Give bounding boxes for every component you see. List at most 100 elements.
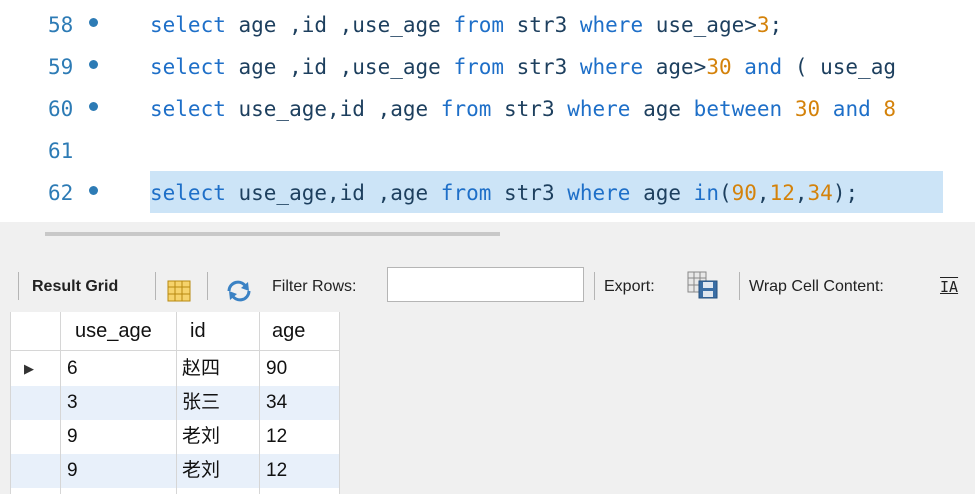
cell-use-age[interactable]: 9	[67, 454, 78, 488]
code-token: from	[440, 181, 492, 205]
cell-id[interactable]: 赵四	[182, 352, 220, 386]
code-line-58[interactable]: 58 select age ,id ,use_age from str3 whe…	[0, 5, 975, 45]
column-header-age[interactable]: age	[272, 312, 305, 350]
cell-age[interactable]: 34	[266, 386, 287, 420]
code-token: use_age,id ,age	[225, 181, 441, 205]
column-divider	[259, 312, 260, 494]
toolbar-separator	[594, 272, 595, 300]
result-grid[interactable]: use_age id age ▶ 6 赵四 90 3 张三 34 9 老刘 12…	[10, 312, 340, 494]
header-divider	[10, 350, 340, 351]
code-token: str3	[504, 55, 580, 79]
column-header-id[interactable]: id	[190, 312, 206, 350]
code-text[interactable]: select age ,id ,use_age from str3 where …	[150, 5, 782, 45]
toolbar-separator	[155, 272, 156, 300]
statement-marker-icon	[89, 60, 98, 69]
code-token: 30	[794, 97, 821, 121]
column-divider	[60, 312, 61, 494]
cell-age[interactable]: 12	[266, 420, 287, 454]
code-text[interactable]: select age ,id ,use_age from str3 where …	[150, 47, 896, 87]
code-token: 3	[756, 13, 770, 37]
code-token: use_age>	[643, 13, 757, 37]
code-line-59[interactable]: 59 select age ,id ,use_age from str3 whe…	[0, 47, 975, 87]
cell-use-age[interactable]: 3	[67, 386, 78, 420]
line-number: 61	[48, 139, 74, 163]
grid-view-icon[interactable]	[166, 274, 192, 302]
code-token: where	[567, 181, 631, 205]
sql-editor[interactable]: 58 select age ,id ,use_age from str3 whe…	[0, 0, 975, 222]
code-token: age	[630, 97, 694, 121]
code-token: between	[693, 97, 783, 121]
toolbar-separator	[207, 272, 208, 300]
code-token: 12	[769, 181, 795, 205]
statement-marker-icon	[89, 186, 98, 195]
code-token: 90	[731, 181, 757, 205]
code-token: where	[579, 13, 644, 37]
code-token: select	[150, 181, 226, 205]
code-token: age>	[643, 55, 707, 79]
column-header-use-age[interactable]: use_age	[75, 312, 152, 350]
export-label: Export:	[604, 278, 655, 295]
result-grid-tab[interactable]: Result Grid	[32, 262, 118, 308]
code-token: );	[832, 181, 859, 205]
cell-id[interactable]: 老刘	[182, 420, 220, 454]
code-line-60[interactable]: 60 select use_age,id ,age from str3 wher…	[0, 89, 975, 129]
code-token: from	[453, 13, 505, 37]
code-token: select	[150, 55, 226, 79]
column-divider	[339, 312, 340, 494]
code-token: age ,id ,use_age	[225, 13, 454, 37]
cell-age[interactable]: 90	[266, 352, 287, 386]
code-token: str3	[504, 13, 580, 37]
code-text[interactable]: select use_age,id ,age from str3 where a…	[150, 173, 858, 213]
refresh-icon[interactable]	[224, 274, 254, 302]
cell-use-age[interactable]: 9	[67, 420, 78, 454]
toolbar-separator	[739, 272, 740, 300]
code-token: from	[440, 97, 492, 121]
cell-id[interactable]: 老刘	[182, 454, 220, 488]
code-token: age ,id ,use_age	[225, 55, 454, 79]
code-token: where	[567, 97, 631, 121]
line-number: 59	[48, 55, 74, 79]
code-token: ,	[756, 181, 770, 205]
wrap-cell-icon[interactable]: IA	[940, 262, 958, 308]
column-divider	[176, 312, 177, 494]
cell-id[interactable]: 张三	[182, 386, 220, 420]
code-token: from	[453, 55, 505, 79]
code-token: in	[693, 181, 719, 205]
code-text[interactable]: select use_age,id ,age from str3 where a…	[150, 89, 896, 129]
wrap-cell-content-label: Wrap Cell Content:	[749, 278, 884, 295]
code-token: str3	[491, 97, 568, 121]
statement-marker-icon	[89, 18, 98, 27]
line-number: 62	[48, 181, 74, 205]
code-token: and	[744, 55, 783, 79]
filter-rows-input[interactable]	[387, 267, 584, 302]
export-icon[interactable]	[686, 270, 720, 300]
toolbar-separator	[18, 272, 19, 300]
code-token: 30	[706, 55, 732, 79]
code-line-61[interactable]: 61	[0, 131, 975, 171]
code-token: str3	[491, 181, 568, 205]
line-number: 58	[48, 13, 74, 37]
code-token: ,	[794, 181, 808, 205]
code-token: where	[579, 55, 644, 79]
code-line-62[interactable]: 62 select use_age,id ,age from str3 wher…	[0, 173, 975, 213]
current-row-indicator-icon: ▶	[24, 361, 34, 376]
code-token: select	[150, 97, 226, 121]
code-token: (	[718, 181, 732, 205]
filter-rows-label: Filter Rows:	[272, 278, 357, 295]
code-token: age	[630, 181, 694, 205]
cell-use-age[interactable]: 6	[67, 352, 78, 386]
code-token: select	[150, 13, 226, 37]
code-token: 34	[807, 181, 833, 205]
code-token: ( use_ag	[782, 55, 896, 79]
code-token: and	[832, 97, 871, 121]
statement-marker-icon	[89, 102, 98, 111]
code-token: ;	[769, 13, 783, 37]
editor-horizontal-scrollbar[interactable]	[45, 232, 500, 236]
code-token: 8	[883, 97, 897, 121]
grid-border	[10, 312, 11, 494]
cell-age[interactable]: 12	[266, 454, 287, 488]
